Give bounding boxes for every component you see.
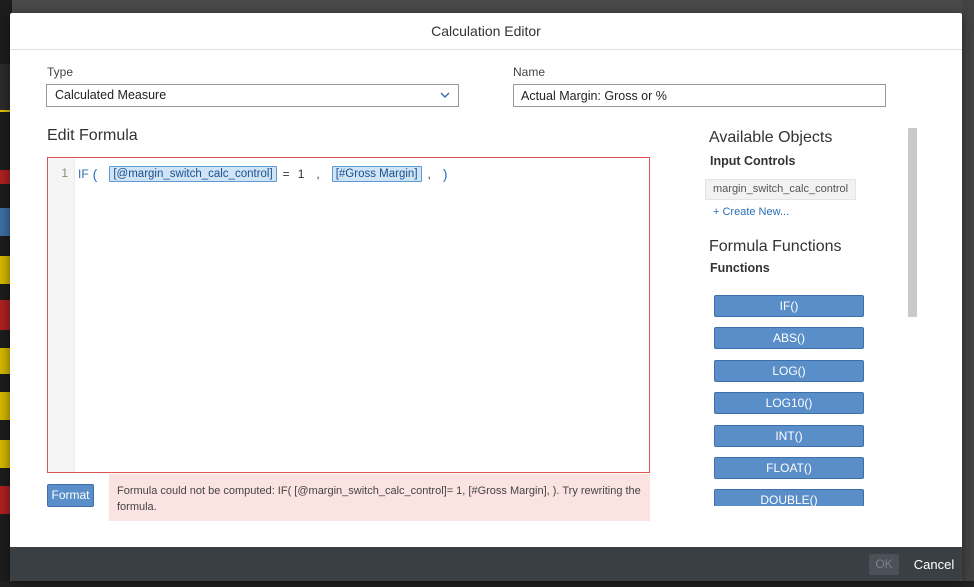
input-control-token[interactable]: [@margin_switch_calc_control] bbox=[109, 166, 277, 182]
edit-formula-title: Edit Formula bbox=[47, 127, 138, 144]
equals-operator: = bbox=[282, 167, 290, 181]
input-control-item[interactable]: margin_switch_calc_control bbox=[705, 179, 856, 200]
panel-scrollbar[interactable] bbox=[908, 128, 917, 317]
input-controls-title: Input Controls bbox=[710, 154, 796, 168]
function-log-button[interactable]: LOG() bbox=[714, 360, 864, 382]
error-message: Formula could not be computed: IF( [@mar… bbox=[109, 474, 650, 521]
background-right-strip bbox=[962, 0, 974, 587]
comma-1: , bbox=[316, 167, 320, 181]
function-log10-button[interactable]: LOG10() bbox=[714, 392, 864, 414]
formula-code-line[interactable]: IF ( [@margin_switch_calc_control] = 1 ,… bbox=[78, 164, 460, 184]
open-paren: ( bbox=[92, 166, 98, 182]
name-input[interactable] bbox=[513, 84, 886, 107]
keyword-if: IF bbox=[78, 167, 89, 181]
format-button[interactable]: Format bbox=[47, 484, 94, 507]
measure-token[interactable]: [#Gross Margin] bbox=[331, 166, 422, 182]
editor-gutter: 1 bbox=[48, 158, 75, 472]
background-bottom-bar bbox=[0, 581, 974, 587]
function-float-button[interactable]: FLOAT() bbox=[714, 457, 864, 479]
create-new-link[interactable]: + Create New... bbox=[713, 206, 789, 218]
formula-functions-title: Formula Functions bbox=[709, 238, 842, 255]
calculation-editor-dialog: Calculation Editor Type Calculated Measu… bbox=[10, 13, 962, 581]
dialog-title: Calculation Editor bbox=[10, 13, 962, 50]
formula-editor[interactable]: 1 IF ( [@margin_switch_calc_control] = 1… bbox=[47, 157, 650, 473]
function-abs-button[interactable]: ABS() bbox=[714, 327, 864, 349]
number-literal: 1 bbox=[297, 167, 305, 181]
ok-button[interactable]: OK bbox=[869, 554, 899, 575]
line-number: 1 bbox=[61, 166, 68, 180]
cancel-button[interactable]: Cancel bbox=[910, 554, 958, 575]
type-label: Type bbox=[47, 65, 74, 79]
name-label: Name bbox=[513, 65, 546, 79]
dialog-footer: OK Cancel bbox=[10, 547, 962, 581]
chevron-down-icon bbox=[440, 92, 450, 98]
background-toolbar bbox=[0, 0, 974, 14]
function-double-button[interactable]: DOUBLE() bbox=[714, 489, 864, 506]
type-select[interactable]: Calculated Measure bbox=[46, 84, 459, 107]
type-select-value: Calculated Measure bbox=[55, 88, 167, 102]
functions-list: IF() ABS() LOG() LOG10() INT() FLOAT() D… bbox=[710, 291, 885, 506]
available-objects-title: Available Objects bbox=[709, 129, 833, 146]
close-paren: ) bbox=[442, 166, 448, 182]
functions-title: Functions bbox=[710, 261, 770, 275]
comma-2: , bbox=[427, 167, 431, 181]
function-int-button[interactable]: INT() bbox=[714, 425, 864, 447]
function-if-button[interactable]: IF() bbox=[714, 295, 864, 317]
